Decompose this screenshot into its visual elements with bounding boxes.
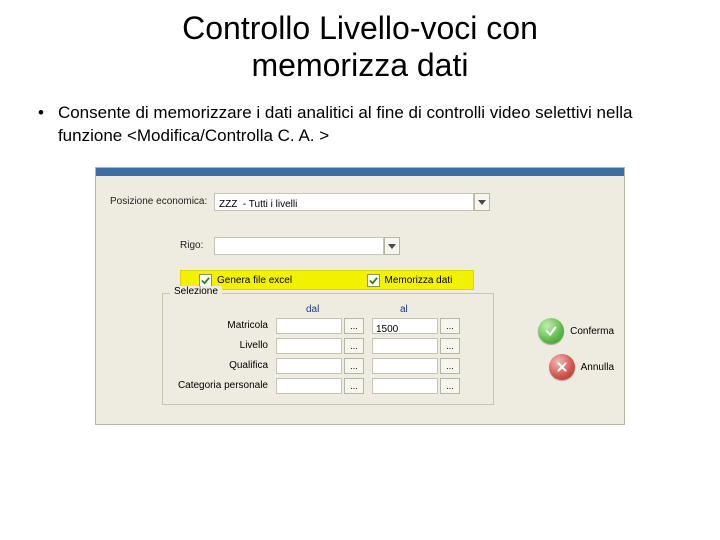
categoria-dal-field[interactable] [276,378,342,394]
memo-checkbox-label: Memorizza dati [385,275,453,286]
categoria-al-field[interactable] [372,378,438,394]
memo-checkbox[interactable]: Memorizza dati [367,274,453,287]
cancel-circle-icon [549,354,575,380]
qualifica-al-field[interactable] [372,358,438,374]
qualifica-al-browse-button[interactable]: ... [440,358,460,374]
posizione-dropdown-button[interactable] [474,193,490,211]
matricola-al-browse-button[interactable]: ... [440,318,460,334]
row-livello-label: Livello [186,340,268,351]
posizione-label: Posizione economica: [110,196,207,207]
selezione-panel-title: Selezione [170,286,222,297]
rigo-label: Rigo: [180,240,203,251]
bullet-text: Consente di memorizzare i dati analitici… [58,102,690,148]
livello-al-field[interactable] [372,338,438,354]
window-titlebar-fragment [96,168,624,176]
posizione-input[interactable] [215,197,481,213]
categoria-dal-browse-button[interactable]: ... [344,378,364,394]
conferma-button[interactable]: Conferma [538,318,614,344]
rigo-input[interactable] [215,241,391,257]
livello-dal-browse-button[interactable]: ... [344,338,364,354]
categoria-al-browse-button[interactable]: ... [440,378,460,394]
app-screenshot: Posizione economica: Rigo: Genera file e… [95,167,625,425]
matricola-dal-field[interactable] [276,318,342,334]
col-al: al [400,304,408,315]
excel-checkbox-label: Genera file excel [217,275,292,286]
bullet-dot: • [38,102,44,125]
conferma-label: Conferma [570,326,614,337]
col-dal: dal [306,304,319,315]
row-categoria-label: Categoria personale [172,380,268,391]
slide-title: Controllo Livello-voci conmemorizza dati [30,10,690,84]
livello-dal-field[interactable] [276,338,342,354]
check-circle-icon [538,318,564,344]
row-qualifica-label: Qualifica [186,360,268,371]
row-matricola-label: Matricola [186,320,268,331]
rigo-field[interactable] [214,237,384,255]
annulla-label: Annulla [581,362,614,373]
qualifica-dal-browse-button[interactable]: ... [344,358,364,374]
annulla-button[interactable]: Annulla [549,354,614,380]
rigo-dropdown-button[interactable] [384,237,400,255]
checkbox-box-icon [367,274,380,287]
matricola-dal-browse-button[interactable]: ... [344,318,364,334]
livello-al-browse-button[interactable]: ... [440,338,460,354]
bullet-item: • Consente di memorizzare i dati analiti… [38,102,690,148]
matricola-al-field[interactable] [372,318,438,334]
posizione-field[interactable] [214,193,474,211]
qualifica-dal-field[interactable] [276,358,342,374]
highlight-bar: Genera file excel Memorizza dati [180,270,474,290]
